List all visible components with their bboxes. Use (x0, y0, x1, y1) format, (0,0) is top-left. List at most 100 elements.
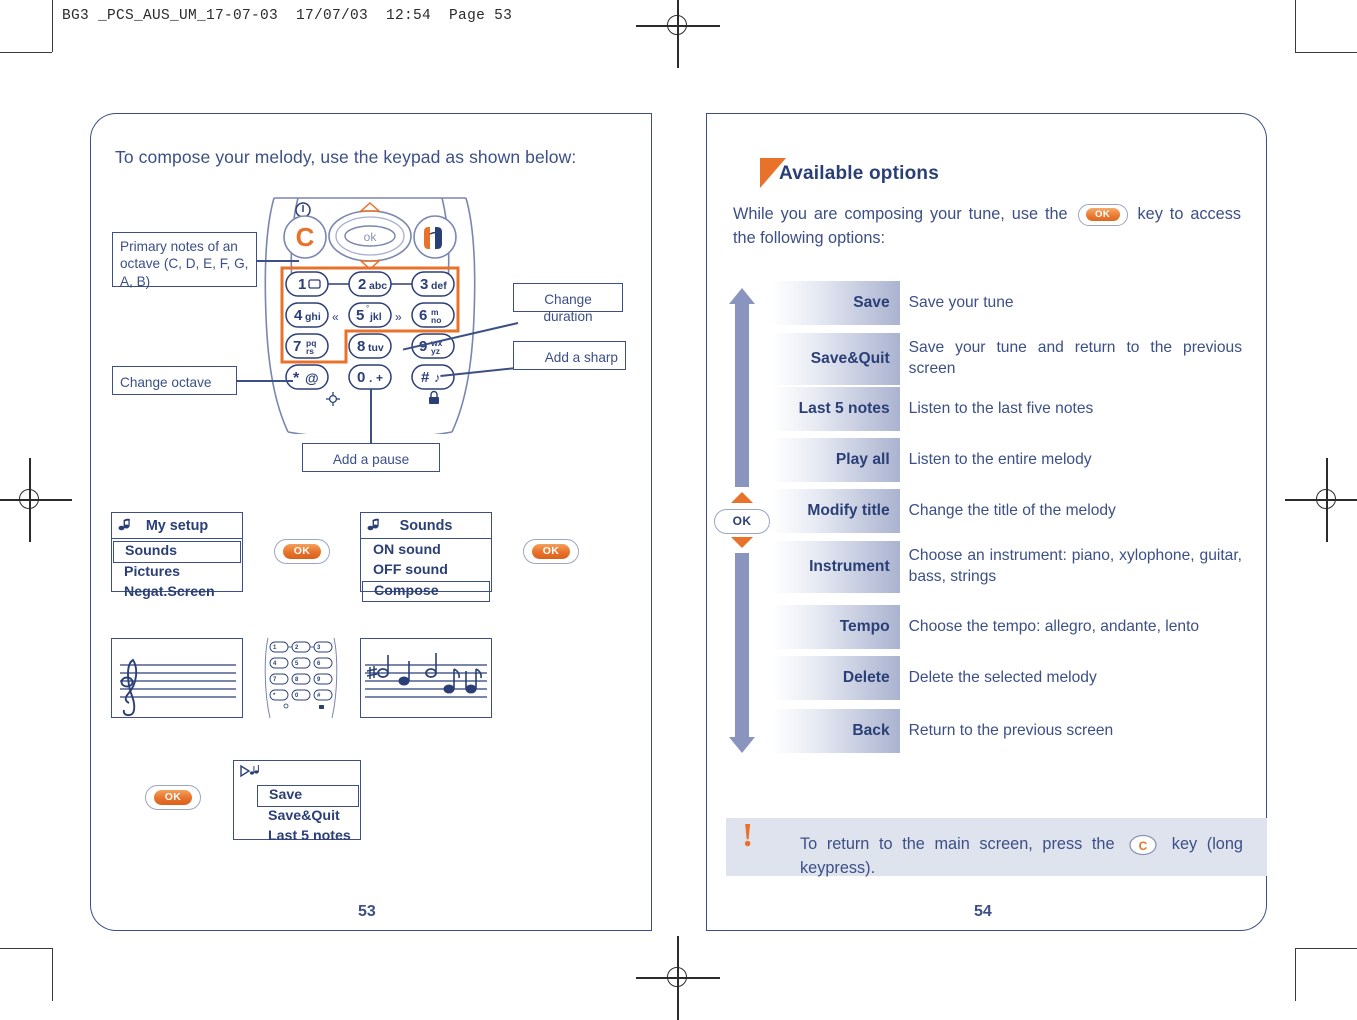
ok-nav-key[interactable]: OK (714, 509, 770, 534)
svg-text:0: 0 (357, 369, 365, 386)
svg-text:»: » (395, 310, 402, 324)
screen-compose-options: Save Save&Quit Last 5 notes (233, 760, 361, 844)
option-row-play-all[interactable]: Play all Listen to the entire melody (772, 438, 1242, 482)
spine-line-left (651, 113, 653, 931)
ok-button-3-label: OK (154, 790, 192, 805)
option-desc: Choose an instrument: piano, xylophone, … (908, 547, 1242, 585)
ok-button-1-label: OK (283, 544, 321, 559)
crop-line-top-right (1295, 52, 1357, 54)
screen-my-setup-list: Sounds Pictures Negat.Screen (112, 539, 242, 605)
page-number-left: 53 (358, 903, 376, 920)
nav-down-triangle (731, 537, 753, 548)
option-label: Back (772, 709, 900, 753)
svg-text:jkl: jkl (369, 311, 382, 323)
nav-up-triangle (731, 492, 753, 503)
note-box: To return to the main screen, press the … (726, 818, 1267, 877)
svg-text:*: * (293, 370, 300, 387)
svg-text:C: C (296, 222, 315, 252)
option-row-tempo[interactable]: Tempo Choose the tempo: allegro, andante… (772, 605, 1242, 649)
ok-nav-key-label: OK (732, 514, 752, 528)
menu-item-pictures[interactable]: Pictures (112, 563, 242, 583)
screen-my-setup-title: My setup (112, 513, 242, 539)
svg-text:ok: ok (364, 230, 378, 244)
option-row-modify-title[interactable]: Modify title Change the title of the mel… (772, 489, 1242, 533)
option-label: Tempo (772, 605, 900, 649)
menu-item-negat-screen[interactable]: Negat.Screen (112, 583, 242, 603)
registration-mark-bottom (636, 936, 720, 1020)
svg-text:.: . (369, 371, 372, 385)
option-row-last-5-notes[interactable]: Last 5 notes Listen to the last five not… (772, 387, 1242, 431)
svg-text:6: 6 (419, 307, 427, 324)
option-label: Instrument (772, 541, 900, 593)
screen-sounds: Sounds ON sound OFF sound Compose (360, 512, 492, 603)
svg-text:tuv: tuv (368, 342, 384, 354)
svg-text:@: @ (305, 370, 319, 386)
svg-text:1: 1 (298, 276, 306, 293)
scroll-arrow-down-head (729, 737, 755, 753)
svg-text:abc: abc (369, 280, 387, 292)
option-label: Play all (772, 438, 900, 482)
menu-item-sounds[interactable]: Sounds (113, 541, 241, 563)
leader-add-pause (370, 389, 372, 443)
print-header: BG3 _PCS_AUS_UM_17-07-03 17/07/03 12:54 … (62, 8, 513, 24)
ok-button-3[interactable]: OK (145, 785, 201, 810)
screen-my-setup-title-text: My setup (145, 517, 209, 534)
crop-line-bottom-left (0, 948, 52, 950)
scroll-arrow-up-bar (735, 303, 749, 487)
note-box-inner: To return to the main screen, press the … (726, 818, 1267, 895)
note-icon (118, 517, 133, 536)
svg-text:4: 4 (294, 307, 303, 324)
svg-text:ghi: ghi (305, 311, 321, 323)
option-row-delete[interactable]: Delete Delete the selected melody (772, 656, 1242, 700)
callout-add-sharp: Add a sharp (513, 341, 626, 370)
ok-key-inline[interactable]: OK (1077, 203, 1128, 226)
option-row-save-and-quit[interactable]: Save&Quit Save your tune and return to t… (772, 333, 1242, 385)
option-desc: Change the title of the melody (908, 501, 1116, 519)
crop-line-left-top (52, 0, 54, 52)
ok-button-1[interactable]: OK (274, 539, 330, 564)
clear-key-icon[interactable]: C (1128, 834, 1158, 856)
menu-item-save[interactable]: Save (257, 785, 359, 807)
registration-mark-top (636, 0, 720, 68)
menu-item-off-sound[interactable]: OFF sound (361, 561, 491, 581)
menu-item-compose[interactable]: Compose (362, 580, 490, 603)
option-desc: Save your tune (908, 293, 1014, 311)
leader-change-octave (237, 380, 293, 382)
intro-text-before: While you are composing your tune, use t… (733, 205, 1068, 223)
staff-empty (111, 638, 243, 718)
svg-text:3: 3 (420, 276, 428, 293)
svg-text:7: 7 (293, 338, 301, 355)
svg-text:yz: yz (431, 346, 440, 356)
ok-button-2[interactable]: OK (523, 539, 579, 564)
menu-item-save-and-quit[interactable]: Save&Quit (256, 807, 360, 827)
crop-line-top-left (0, 52, 52, 54)
menu-item-on-sound[interactable]: ON sound (361, 541, 491, 561)
option-row-back[interactable]: Back Return to the previous screen (772, 709, 1242, 753)
scroll-arrow-down-bar (735, 553, 749, 737)
note-icon (367, 517, 382, 536)
svg-text:5: 5 (356, 307, 364, 324)
option-row-save[interactable]: Save Save your tune (772, 281, 1242, 325)
svg-text:+: + (376, 371, 383, 385)
callout-primary-notes: Primary notes of an octave (C, D, E, F, … (112, 232, 257, 289)
option-desc: Listen to the entire melody (908, 450, 1092, 468)
intro-text: While you are composing your tune, use t… (733, 202, 1241, 251)
option-row-instrument[interactable]: Instrument Choose an instrument: piano, … (772, 541, 1242, 593)
section-title: Available options (779, 163, 940, 184)
svg-text:8: 8 (357, 338, 365, 355)
staff-with-notes (360, 638, 492, 718)
screen-sounds-title-text: Sounds (399, 517, 453, 534)
option-desc: Delete the selected melody (908, 668, 1097, 686)
svg-text:°: ° (366, 304, 369, 313)
option-label: Save (772, 281, 900, 325)
svg-text:C: C (1139, 839, 1148, 853)
svg-text:♪: ♪ (434, 370, 441, 385)
crop-line-right-top (1295, 0, 1297, 52)
crop-line-bottom-right (1295, 948, 1357, 950)
svg-text:def: def (431, 280, 447, 292)
screen-my-setup: My setup Sounds Pictures Negat.Screen (111, 512, 243, 600)
menu-item-last-5-notes[interactable]: Last 5 notes (256, 827, 360, 847)
screen-sounds-title: Sounds (361, 513, 491, 539)
svg-text:9: 9 (419, 338, 427, 355)
option-desc: Listen to the last five notes (908, 399, 1094, 417)
